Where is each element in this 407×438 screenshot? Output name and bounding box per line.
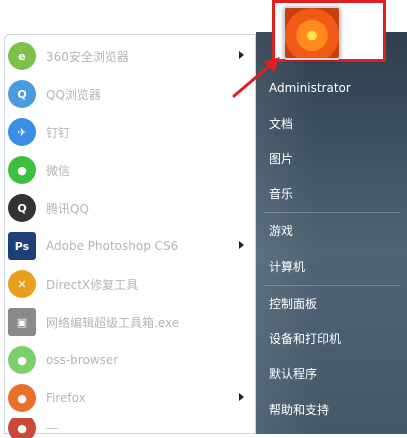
directx-icon: ✕ (8, 270, 36, 298)
program-label: DirectX修复工具 (46, 277, 139, 292)
program-item-oss-browser[interactable]: ● oss-browser (8, 342, 252, 378)
places-item-control-panel[interactable]: 控制面板 (269, 293, 317, 315)
browser-360-icon: e (8, 42, 36, 70)
qq-browser-icon: Q (8, 80, 36, 108)
wechat-icon: ● (8, 156, 36, 184)
program-item-network-tool[interactable]: ▣ 网络编辑超级工具箱.exe (8, 304, 252, 340)
user-avatar[interactable] (283, 6, 341, 60)
app-icon: ● (8, 418, 36, 438)
program-label: QQ浏览器 (46, 87, 101, 102)
program-label: Firefox (46, 391, 86, 405)
program-label: oss-browser (46, 353, 119, 367)
program-item-directx[interactable]: ✕ DirectX修复工具 (8, 266, 252, 302)
places-item-devices-printers[interactable]: 设备和打印机 (269, 328, 341, 350)
places-item-documents[interactable]: 文档 (269, 113, 293, 135)
program-label: Adobe Photoshop CS6 (46, 239, 179, 253)
places-item-pictures[interactable]: 图片 (269, 148, 293, 170)
program-label: 微信 (46, 163, 71, 178)
qq-penguin-icon: Q (8, 194, 36, 222)
program-label: 360安全浏览器 (46, 49, 129, 64)
program-label: — (46, 421, 58, 435)
divider (264, 285, 400, 286)
program-label: 网络编辑超级工具箱.exe (46, 315, 180, 330)
submenu-arrow-icon[interactable] (239, 241, 244, 249)
program-item-partial[interactable]: ● — (8, 418, 252, 438)
places-item-games[interactable]: 游戏 (269, 220, 293, 242)
pointer-arrow-icon (232, 57, 280, 98)
divider (264, 212, 400, 213)
places-item-default-programs[interactable]: 默认程序 (269, 363, 317, 385)
program-label: 钉钉 (46, 125, 71, 140)
places-item-computer[interactable]: 计算机 (269, 256, 305, 278)
program-label: 腾讯QQ (46, 201, 89, 216)
places-item-music[interactable]: 音乐 (269, 183, 293, 205)
program-item-dingtalk[interactable]: ✈ 钉钉 (8, 114, 252, 150)
program-item-360-browser[interactable]: e 360安全浏览器 (8, 38, 252, 74)
program-item-qq-browser[interactable]: Q QQ浏览器 (8, 76, 252, 112)
places-item-help-support[interactable]: 帮助和支持 (269, 399, 329, 421)
program-item-firefox[interactable]: ● Firefox (8, 380, 252, 416)
oss-browser-icon: ● (8, 346, 36, 374)
dingtalk-icon: ✈ (8, 118, 36, 146)
submenu-arrow-icon[interactable] (239, 393, 244, 401)
program-item-tencent-qq[interactable]: Q 腾讯QQ (8, 190, 252, 226)
program-item-wechat[interactable]: ● 微信 (8, 152, 252, 188)
program-item-photoshop[interactable]: Ps Adobe Photoshop CS6 (8, 228, 252, 264)
network-tool-icon: ▣ (8, 308, 36, 336)
photoshop-icon: Ps (8, 232, 36, 260)
firefox-icon: ● (8, 384, 36, 412)
